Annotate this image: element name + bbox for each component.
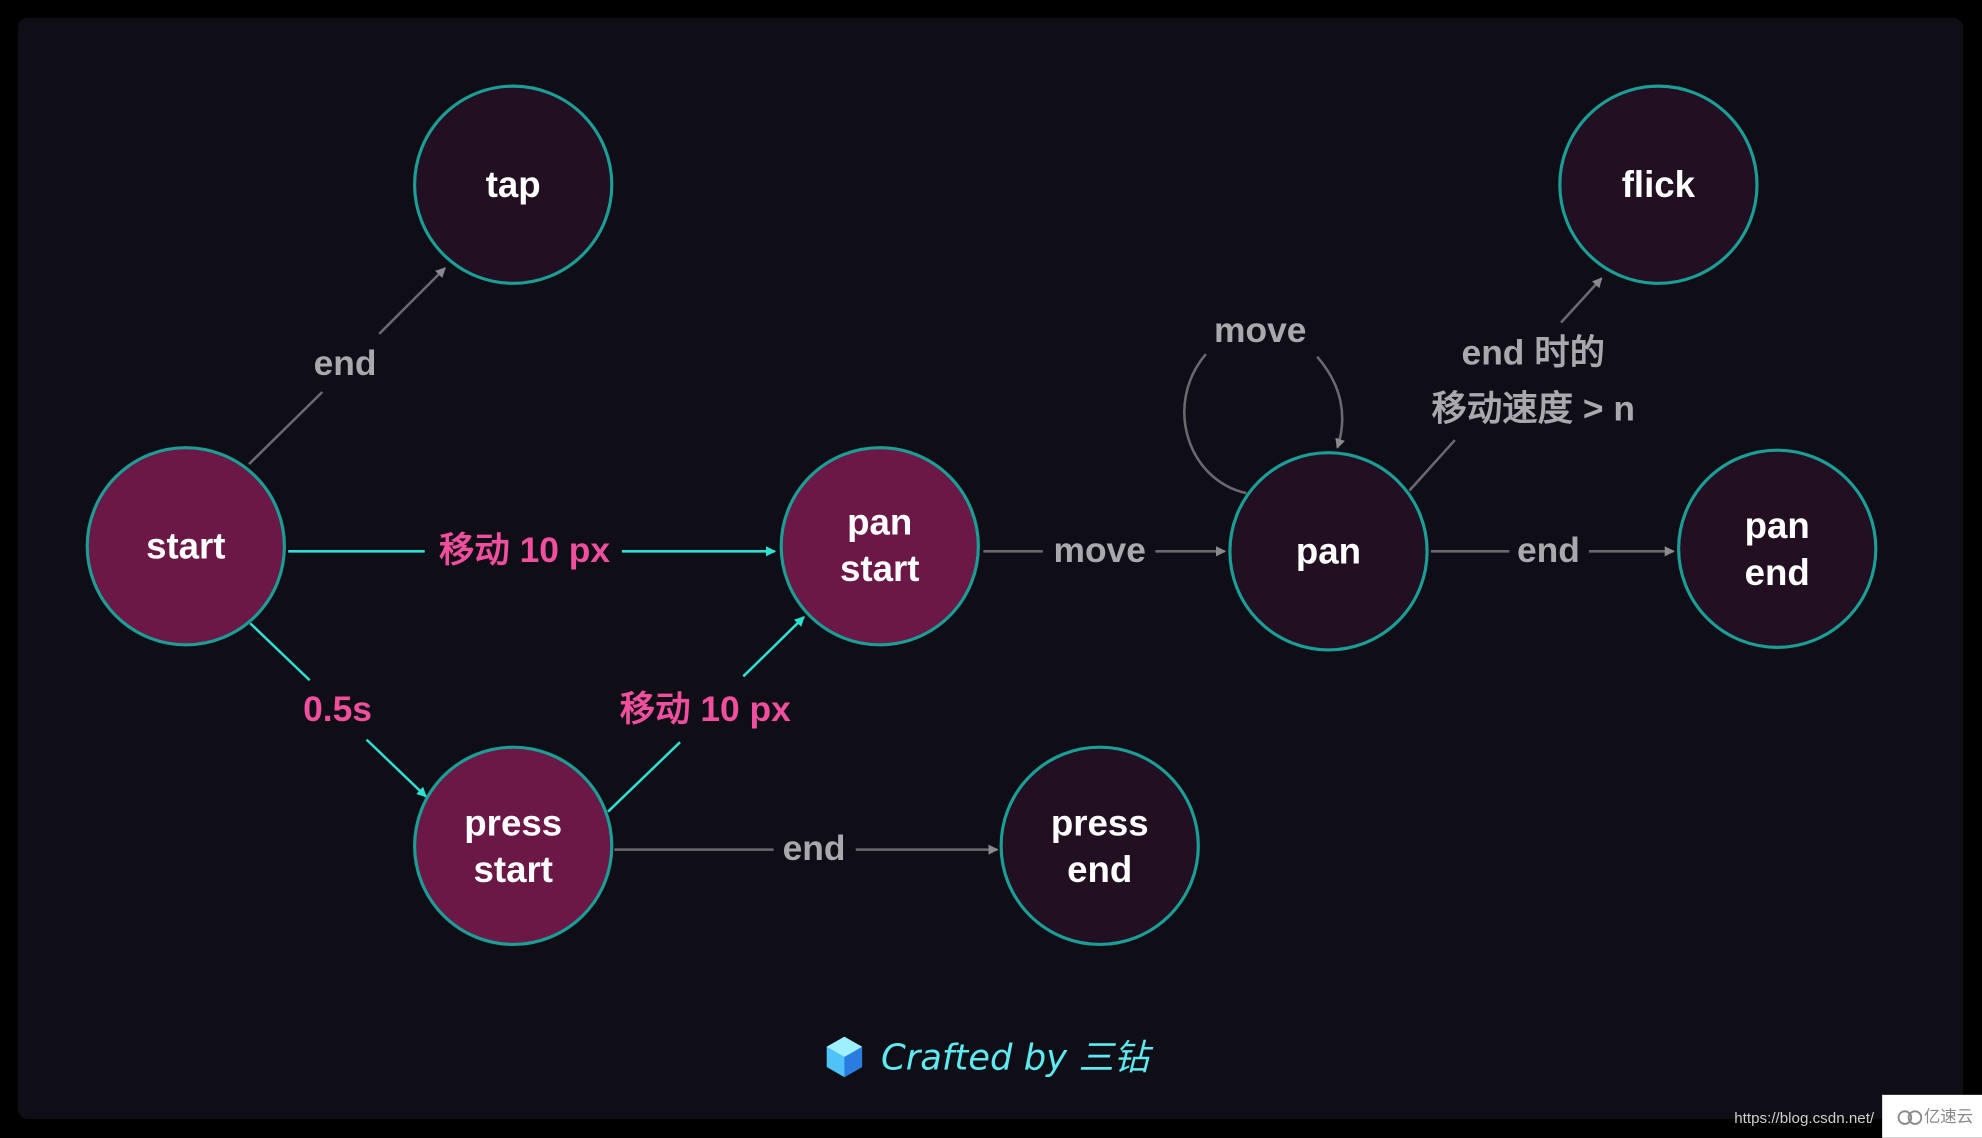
node-label: pan — [847, 501, 912, 542]
edge-label: end — [314, 344, 377, 383]
node-start: start — [85, 446, 286, 647]
edge-label: 移动 10 px — [439, 531, 610, 570]
watermark-url: https://blog.csdn.net/ — [1734, 1110, 1875, 1127]
edge-label-line: end 时的 — [1462, 334, 1605, 373]
edge-label: end — [1517, 531, 1580, 570]
node-label: start — [146, 525, 225, 566]
node-label: start — [473, 849, 552, 890]
node-label: flick — [1622, 164, 1696, 205]
edge-label: 移动 10 px — [620, 690, 791, 729]
edge-label-line: 移动速度 > n — [1432, 389, 1635, 428]
node-label: pan — [1296, 531, 1361, 572]
node-label: press — [1051, 802, 1149, 843]
node-label: tap — [486, 164, 541, 205]
node-pan-start: pan start — [779, 446, 980, 647]
edge-label: end — [783, 829, 846, 868]
edge-label: 0.5s — [303, 690, 372, 729]
node-label: press — [464, 802, 562, 843]
node-label: end — [1067, 849, 1132, 890]
node-press-end: press end — [999, 745, 1200, 946]
edge-label: move — [1053, 531, 1145, 570]
watermark-brand: 亿速云 — [1924, 1107, 1973, 1126]
node-label: start — [840, 548, 919, 589]
node-pan-end: pan end — [1677, 448, 1878, 649]
node-label: end — [1745, 552, 1810, 593]
node-flick: flick — [1558, 84, 1759, 285]
node-label: pan — [1745, 505, 1810, 546]
gesture-state-diagram: end 移动 10 px 0.5s 移动 10 px end move move… — [0, 0, 1982, 1138]
node-pan: pan — [1228, 451, 1429, 652]
edge-label: move — [1214, 311, 1306, 350]
credit-text: Crafted by 三钻 — [881, 1037, 1154, 1078]
node-press-start: press start — [413, 745, 614, 946]
node-tap: tap — [413, 84, 614, 285]
